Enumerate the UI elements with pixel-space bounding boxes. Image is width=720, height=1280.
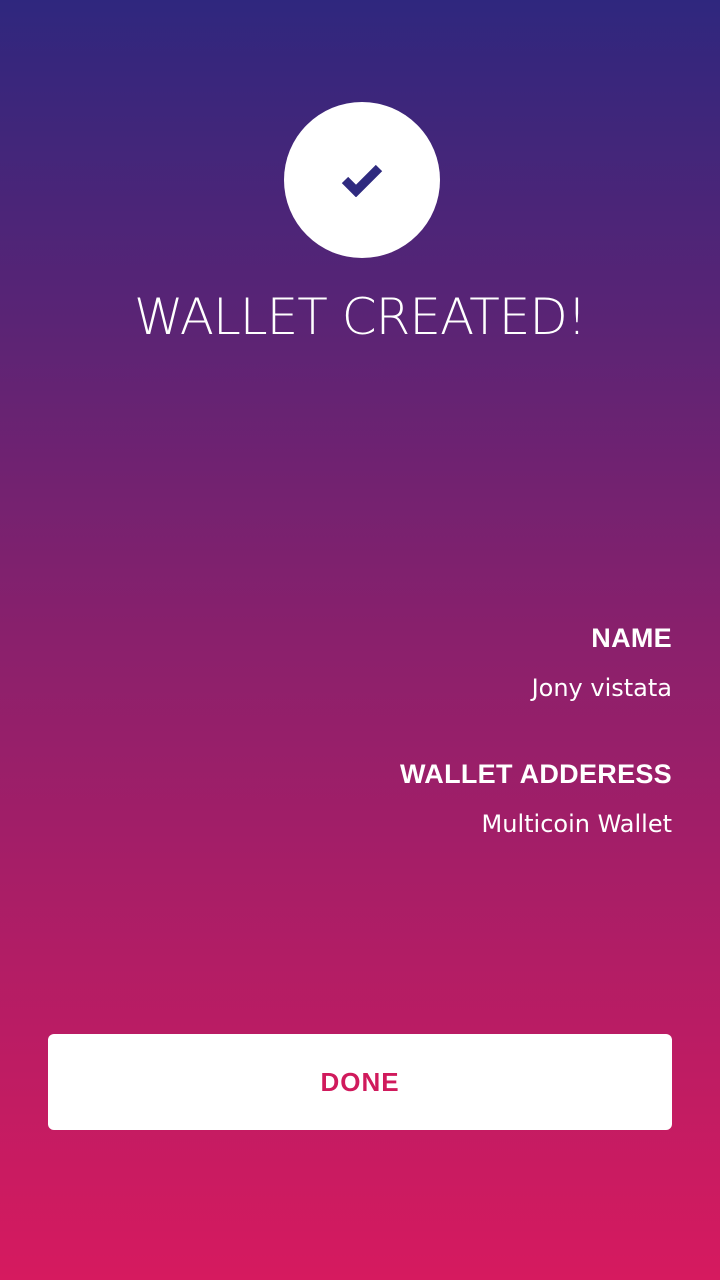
checkmark-icon	[341, 164, 383, 197]
wallet-address-group: WALLET ADDERESS Multicoin Wallet	[72, 752, 672, 846]
name-label: NAME	[591, 623, 672, 653]
done-button-label: DONE	[320, 1066, 400, 1097]
name-group: NAME Jony vistata	[72, 616, 672, 710]
name-value: Jony vistata	[531, 674, 672, 702]
wallet-address-label: WALLET ADDERESS	[399, 759, 672, 789]
page-title: WALLET CREATED!	[134, 288, 587, 346]
success-badge	[284, 102, 440, 258]
wallet-details: NAME Jony vistata WALLET ADDERESS Multic…	[72, 616, 672, 846]
done-button[interactable]: DONE	[48, 1034, 672, 1130]
wallet-address-value: Multicoin Wallet	[481, 810, 672, 838]
